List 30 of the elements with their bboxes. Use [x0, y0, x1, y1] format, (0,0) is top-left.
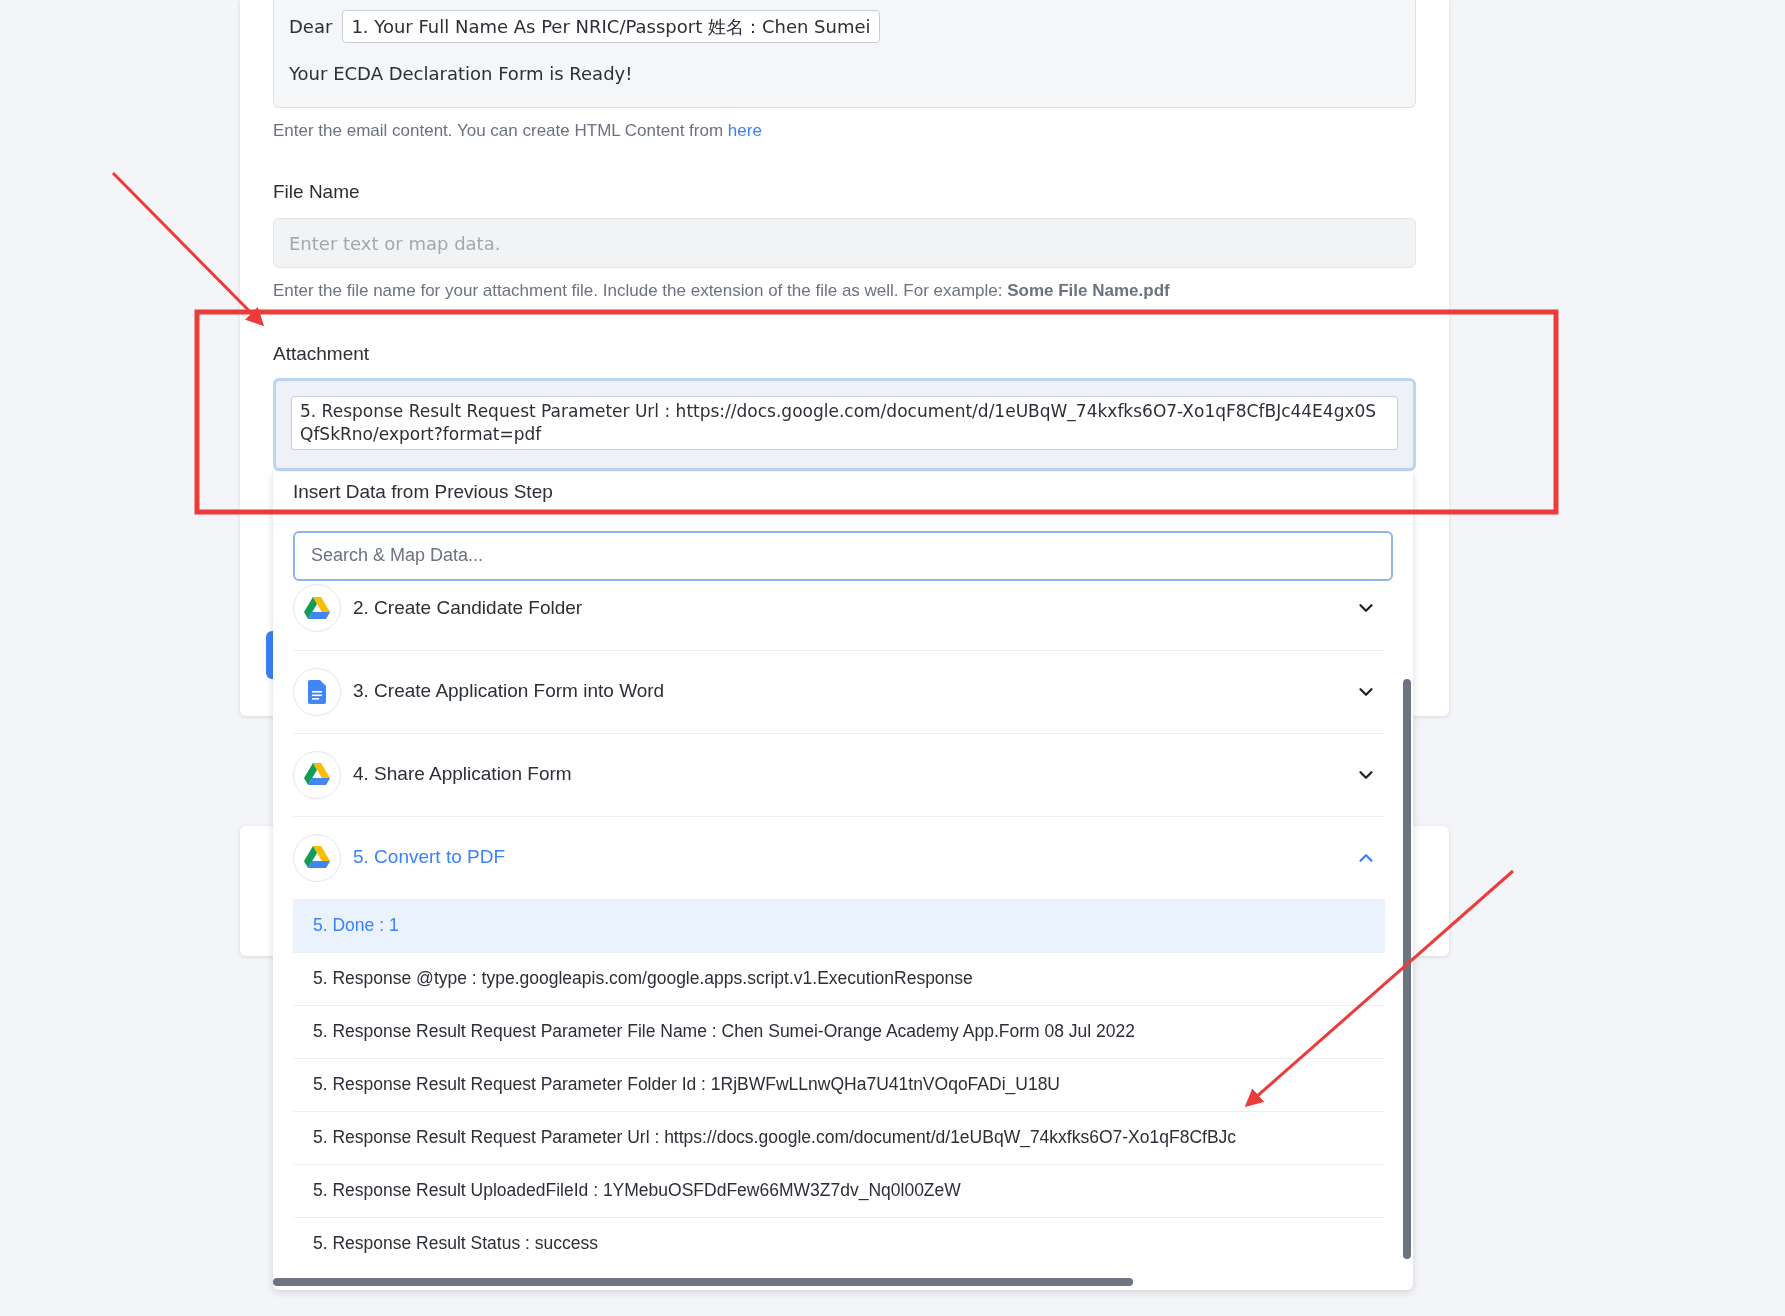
- step-row[interactable]: 3. Create Application Form into Word: [293, 649, 1385, 733]
- step-row[interactable]: 2. Create Candidate Folder: [293, 580, 1385, 650]
- search-field[interactable]: Search & Map Data...: [293, 530, 1393, 581]
- data-item[interactable]: 5. Response Result Request Parameter Folder Id : 1RjBWFwLLnwQHa7U41tnVOqoFADi_U18U: [293, 1057, 1385, 1111]
- dropdown-title: Insert Data from Previous Step: [292, 480, 554, 504]
- email-content-field[interactable]: Dear 1. Your Full Name As Per NRIC/Passport 姓名：Chen Sumei Your ECDA Declaration Form is Ready!: [273, 0, 1416, 108]
- data-item[interactable]: 5. Response Result UploadedFileId : 1YMebuOSFDdFew66MW3Z7dv_Nq0l00ZeW: [293, 1163, 1385, 1217]
- drive-logo-icon: [304, 596, 330, 620]
- field-label: File Name: [273, 179, 361, 204]
- step-row[interactable]: 4. Share Application Form: [293, 732, 1385, 816]
- attachment-field[interactable]: 5. Response Result Request Parameter Url : https://docs.google.com/document/d/1eUBqW_74kxfks6O7-Xo1qF8CfBJc44E4gx0SQfSkRno/export?format=pdf: [273, 378, 1416, 471]
- greeting-text: Dear: [289, 14, 333, 39]
- data-item[interactable]: 5. Response Result Request Parameter File Name : Chen Sumei-Orange Academy App.Form 08 Jul 2022: [293, 1004, 1385, 1058]
- data-item[interactable]: 5. Response @type : type.googleapis.com/google.apps.script.v1.ExecutionResponse: [293, 951, 1385, 1005]
- help-text: Enter the file name for your attachment file. Include the extension of the file as well. For example: Some File Name.pdf: [273, 280, 1171, 302]
- drive-logo-icon: [304, 763, 330, 786]
- horizontal-scrollbar[interactable]: [273, 1278, 1133, 1286]
- here-link[interactable]: here: [727, 121, 762, 140]
- field-label: Attachment: [273, 341, 371, 366]
- document-icon: [308, 679, 326, 704]
- email-body-text: Your ECDA Declaration Form is Ready!: [289, 62, 634, 86]
- drive-logo-icon: [304, 846, 330, 869]
- data-item[interactable]: 5. Response Result Status : success: [293, 1216, 1385, 1270]
- data-token[interactable]: 1. Your Full Name As Per NRIC/Passport 姓名：Chen Sumei: [342, 9, 880, 43]
- help-text: Enter the email content. You can create HTML Content from here: [273, 120, 763, 142]
- attachment-value: 5. Response Result Request Parameter Url : https://docs.google.com/document/d/1eUBqW_74kxfks6O7-Xo1qF8CfBJc44E4gx0SQfSkRno/export?format=pdf: [291, 396, 1398, 450]
- data-item[interactable]: 5. Response Result Request Parameter Url : https://docs.google.com/document/d/1eUBqW_74kxfks6O7-Xo1qF8CfBJc: [293, 1110, 1385, 1164]
- file-name-input[interactable]: Enter text or map data.: [273, 218, 1416, 268]
- vertical-scrollbar[interactable]: [1403, 678, 1411, 1259]
- step-row[interactable]: 5. Convert to PDF: [293, 815, 1385, 899]
